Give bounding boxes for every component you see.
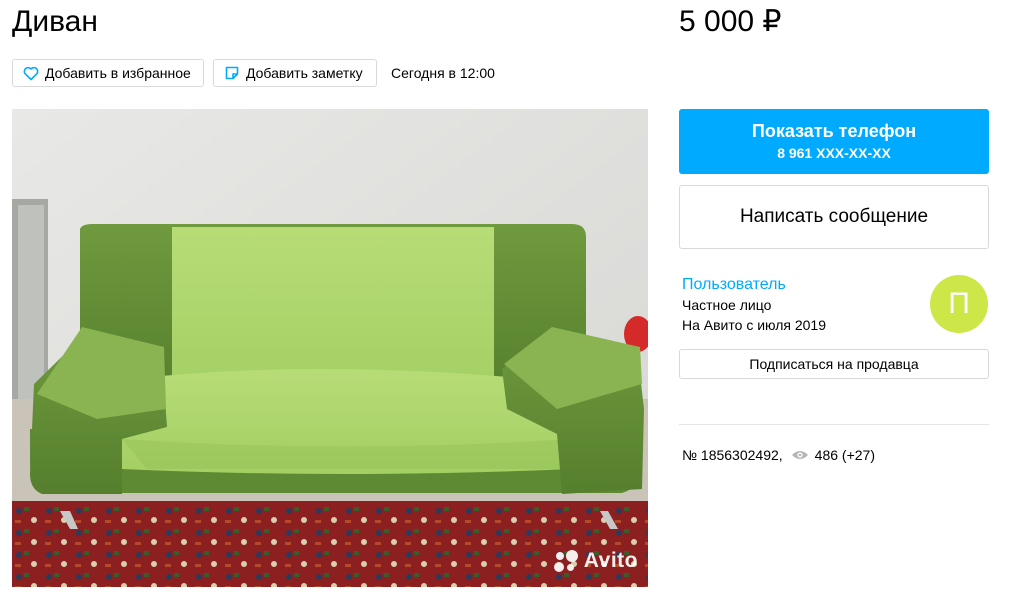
seller-since: На Авито с июля 2019 (682, 317, 826, 333)
note-icon (224, 65, 240, 81)
ad-stats: № 1856302492, 486 (+27) (682, 446, 875, 464)
posted-date: Сегодня в 12:00 (391, 65, 495, 81)
seller-avatar[interactable]: П (930, 275, 988, 333)
item-photo[interactable]: Avito (12, 109, 648, 587)
eye-icon (791, 449, 809, 461)
subscribe-seller-button[interactable]: Подписаться на продавца (679, 349, 989, 379)
add-to-favorites-button[interactable]: Добавить в избранное (12, 59, 204, 87)
avito-logo-icon (553, 550, 580, 572)
show-phone-button[interactable]: Показать телефон 8 961 XXX-XX-XX (679, 109, 989, 174)
sofa-image (12, 109, 648, 587)
send-message-button[interactable]: Написать сообщение (679, 185, 989, 249)
divider (679, 424, 989, 425)
heart-icon (23, 65, 39, 81)
avito-watermark: Avito (553, 549, 638, 573)
ad-title: Диван (12, 5, 98, 38)
show-phone-label: Показать телефон (751, 121, 917, 141)
add-note-label: Добавить заметку (246, 65, 363, 81)
add-note-button[interactable]: Добавить заметку (213, 59, 377, 87)
ad-price: 5 000 ₽ (679, 5, 782, 38)
seller-type: Частное лицо (682, 297, 772, 313)
add-to-favorites-label: Добавить в избранное (45, 65, 191, 81)
ad-actions: Добавить в избранное Добавить заметку Се… (12, 59, 495, 87)
ad-id: № 1856302492, (682, 447, 783, 463)
view-count: 486 (+27) (814, 447, 875, 463)
masked-phone: 8 961 XXX-XX-XX (777, 145, 891, 161)
watermark-text: Avito (583, 549, 638, 572)
seller-name-link[interactable]: Пользователь (682, 275, 786, 295)
